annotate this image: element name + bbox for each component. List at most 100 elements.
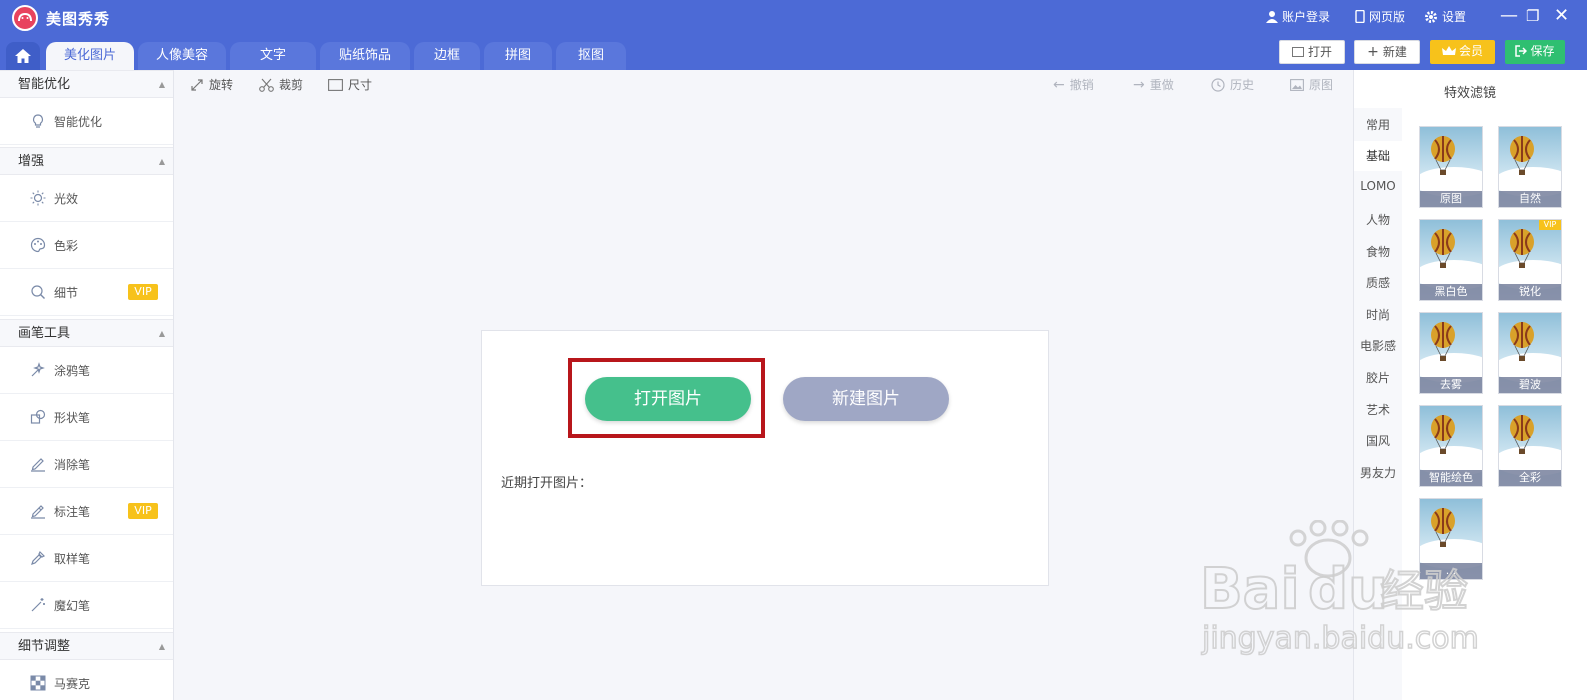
svg-text:经验: 经验 [1380, 566, 1468, 617]
clock-icon [1211, 77, 1225, 92]
save-button[interactable]: 保存 [1505, 40, 1565, 64]
sidebar-item-marker-pen[interactable]: 标注笔 VIP [0, 488, 173, 535]
balloon-icon [1510, 322, 1534, 361]
redo-button[interactable]: → 重做 [1133, 76, 1174, 93]
open-button-label: 打开 [1307, 45, 1332, 59]
sidebar-item-label: 马赛克 [54, 677, 91, 691]
new-button[interactable]: + 新建 [1354, 40, 1420, 64]
restore-icon[interactable]: ❐ [1526, 6, 1539, 26]
section-title: 画笔工具 [18, 326, 71, 341]
tab-text[interactable]: 文字 [230, 42, 316, 70]
sidebar-item-label: 取样笔 [54, 552, 91, 566]
rotate-label: 旋转 [209, 78, 234, 92]
filter-thumb[interactable]: 智能绘色 [1419, 405, 1483, 487]
filter-category-film[interactable]: 胶片 [1354, 369, 1402, 386]
home-tab[interactable] [6, 42, 40, 70]
balloon-icon [1510, 136, 1534, 175]
sidebar-item-sample-pen[interactable]: 取样笔 [0, 535, 173, 582]
sidebar-item-color[interactable]: 色彩 [0, 222, 173, 269]
tab-stickers[interactable]: 贴纸饰品 [320, 42, 410, 70]
filter-thumb[interactable]: VIP 锐化 [1498, 219, 1562, 301]
sidebar-item-mosaic[interactable]: 马赛克 [0, 660, 173, 700]
start-panel [481, 330, 1049, 586]
open-button[interactable]: 打开 [1279, 40, 1345, 64]
section-smart-optimize[interactable]: 智能优化 ▲ [0, 70, 173, 98]
sidebar-item-doodle-pen[interactable]: 涂鸦笔 [0, 347, 173, 394]
balloon-icon [1431, 229, 1455, 268]
filter-category-cinematic[interactable]: 电影感 [1354, 337, 1402, 354]
filter-category-people[interactable]: 人物 [1354, 211, 1402, 228]
open-image-button[interactable]: 打开图片 [585, 377, 751, 421]
filter-category-chinese-style[interactable]: 国风 [1354, 432, 1402, 449]
account-login-button[interactable]: 账户登录 [1266, 8, 1330, 25]
close-icon[interactable]: ✕ [1554, 6, 1569, 26]
filter-category-food[interactable]: 食物 [1354, 243, 1402, 260]
filter-thumb[interactable]: 自然 [1498, 126, 1562, 208]
filter-thumb-label: 锐化 [1499, 284, 1561, 300]
eraser-pen-icon [31, 458, 45, 472]
filter-thumb[interactable]: 全彩 [1498, 405, 1562, 487]
svg-text:du: du [1308, 557, 1388, 622]
filter-thumb[interactable]: 去雾 [1419, 312, 1483, 394]
balloon-icon [1431, 322, 1455, 361]
tab-beautify[interactable]: 美化图片 [46, 42, 134, 70]
sidebar-item-shape-pen[interactable]: 形状笔 [0, 394, 173, 441]
filter-thumb-label: 原图 [1420, 191, 1482, 207]
filter-category-texture[interactable]: 质感 [1354, 274, 1402, 291]
filter-thumb-label: 去雾 [1420, 377, 1482, 393]
rotate-button[interactable]: 旋转 [190, 76, 233, 93]
tab-collage[interactable]: 拼图 [484, 42, 552, 70]
section-brush-tools[interactable]: 画笔工具 ▲ [0, 319, 173, 347]
crop-button[interactable]: 裁剪 [259, 76, 303, 93]
vip-button[interactable]: 会员 [1430, 40, 1495, 64]
home-icon [15, 49, 31, 63]
filter-panel-title: 特效滤镜 [1443, 86, 1496, 101]
magnifier-icon [31, 285, 45, 299]
history-label: 历史 [1230, 78, 1255, 92]
filter-thumb[interactable]: 原图 [1419, 126, 1483, 208]
left-sidebar: 智能优化 ▲ 智能优化 增强 ▲ 光效 色彩 细节 VIP 画笔工具 ▲ 涂鸦笔 形状… [0, 70, 174, 700]
phone-icon [1355, 10, 1365, 23]
minimize-icon[interactable]: — [1500, 6, 1518, 26]
sidebar-item-label: 细节 [54, 286, 79, 300]
filter-category-art[interactable]: 艺术 [1354, 401, 1402, 418]
crop-label: 裁剪 [279, 78, 304, 92]
settings-button[interactable]: 设置 [1424, 8, 1466, 25]
sidebar-item-magic-pen[interactable]: 魔幻笔 [0, 582, 173, 629]
sidebar-item-eraser-pen[interactable]: 消除笔 [0, 441, 173, 488]
tab-portrait[interactable]: 人像美容 [138, 42, 226, 70]
tab-frames[interactable]: 边框 [414, 42, 480, 70]
tab-cutout[interactable]: 抠图 [556, 42, 626, 70]
sidebar-item-light[interactable]: 光效 [0, 175, 173, 222]
plus-icon: + [1367, 44, 1379, 60]
balloon-icon [1510, 415, 1534, 454]
filter-category-fashion[interactable]: 时尚 [1354, 306, 1402, 323]
vip-corner-badge: VIP [1539, 220, 1561, 230]
sidebar-item-detail[interactable]: 细节 VIP [0, 269, 173, 316]
sidebar-item-smart-optimize[interactable]: 智能优化 [0, 98, 173, 145]
sidebar-item-label: 标注笔 [54, 505, 91, 519]
original-button[interactable]: 原图 [1290, 76, 1333, 93]
filter-thumb[interactable]: 黑白色 [1419, 219, 1483, 301]
filter-thumb[interactable]: 碧波 [1498, 312, 1562, 394]
history-button[interactable]: 历史 [1211, 76, 1254, 93]
size-icon [328, 78, 343, 91]
section-detail-adjust[interactable]: 细节调整 ▲ [0, 632, 173, 660]
undo-button[interactable]: ← 撤销 [1053, 76, 1094, 93]
filter-category-boyfriend[interactable]: 男友力 [1354, 464, 1402, 481]
web-version-button[interactable]: 网页版 [1355, 8, 1405, 25]
section-enhance[interactable]: 增强 ▲ [0, 147, 173, 175]
svg-text:Bai: Bai [1200, 557, 1300, 622]
new-button-label: 新建 [1382, 45, 1407, 59]
collapse-icon: ▲ [158, 642, 165, 651]
new-image-button[interactable]: 新建图片 [783, 377, 949, 421]
filter-category-lomo[interactable]: LOMO [1354, 179, 1402, 193]
balloon-icon [1431, 415, 1455, 454]
shape-icon [30, 409, 46, 424]
settings-label: 设置 [1442, 10, 1467, 24]
filter-category-common[interactable]: 常用 [1354, 116, 1402, 133]
undo-label: 撤销 [1069, 78, 1094, 92]
sidebar-item-label: 形状笔 [54, 411, 91, 425]
filter-category-basic[interactable]: 基础 [1354, 141, 1402, 171]
resize-button[interactable]: 尺寸 [328, 76, 372, 93]
